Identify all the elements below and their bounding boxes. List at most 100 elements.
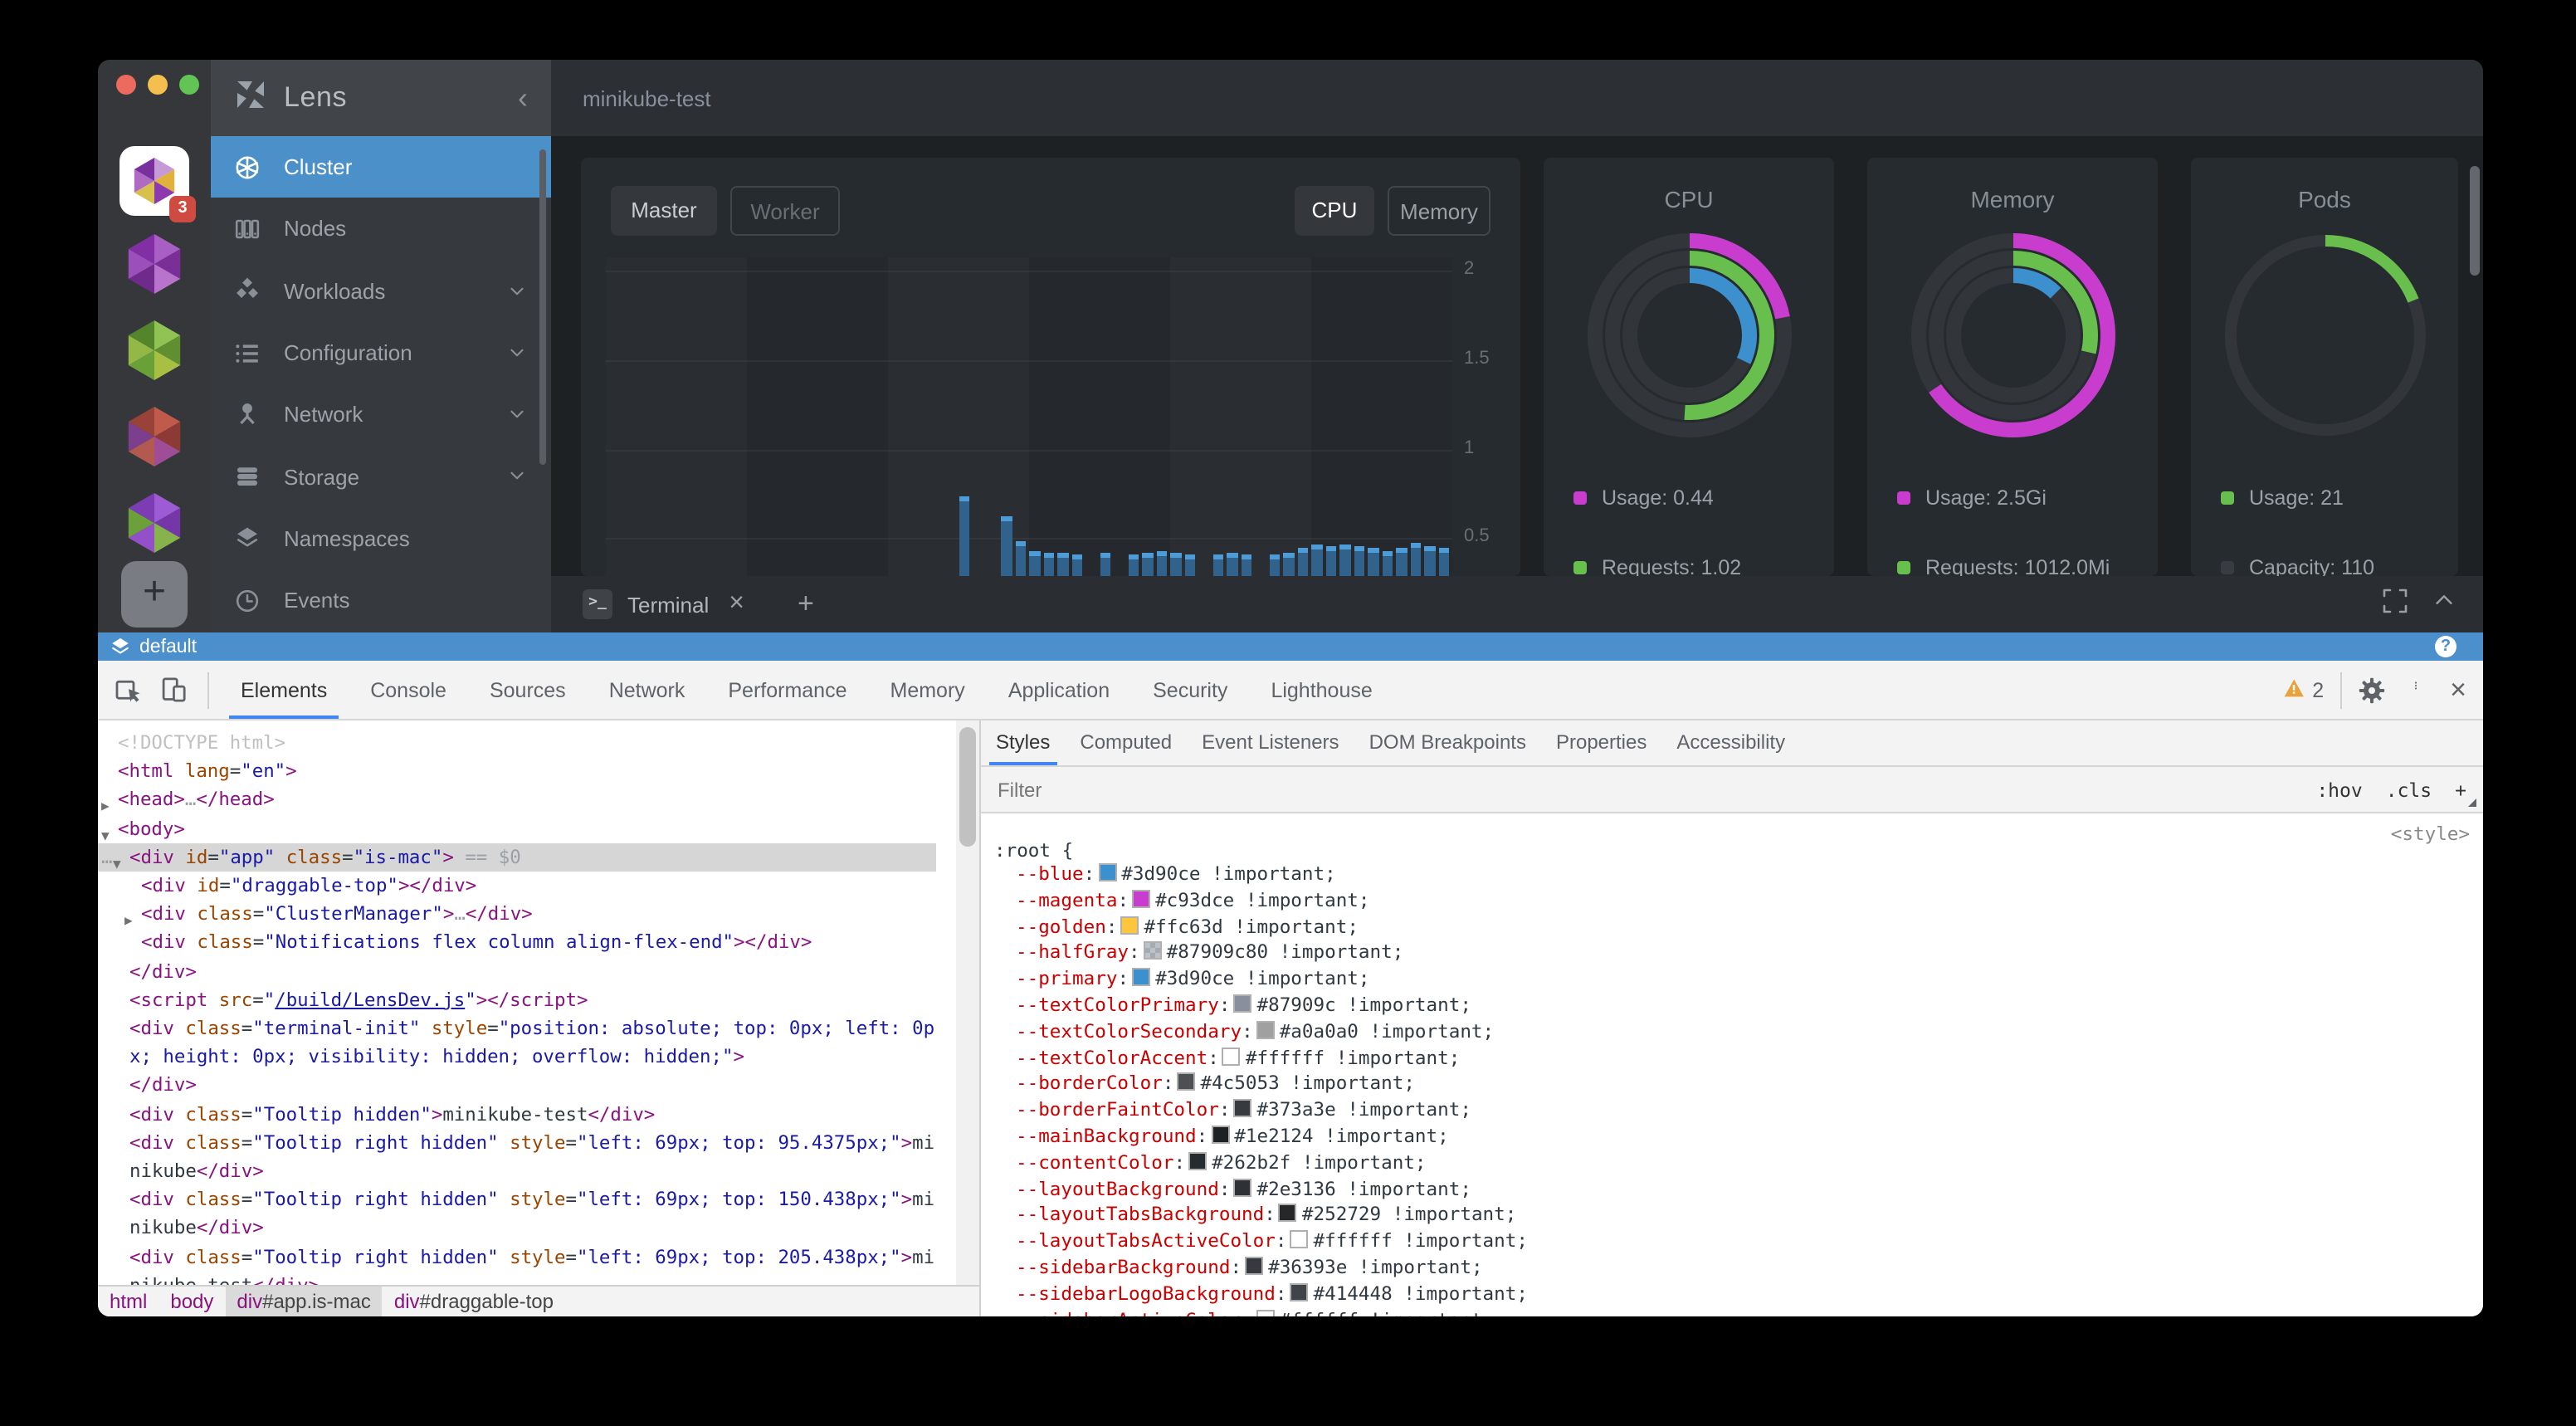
- sidebar-collapse-icon[interactable]: ‹: [518, 81, 528, 115]
- cluster-icon[interactable]: [123, 491, 186, 561]
- color-swatch[interactable]: [1234, 994, 1252, 1013]
- breadcrumb-item[interactable]: body: [159, 1287, 225, 1316]
- dom-tree-node[interactable]: ▶<div class="ClusterManager">…</div>: [98, 900, 936, 928]
- settings-gear-icon[interactable]: [2359, 676, 2385, 703]
- dom-tree-node[interactable]: <div class="Tooltip hidden">minikube-tes…: [98, 1100, 936, 1128]
- cluster-icon[interactable]: [123, 405, 186, 475]
- css-property[interactable]: --mainBackground:#1e2124 !important;: [994, 1124, 2470, 1150]
- minimize-window-button[interactable]: [148, 75, 168, 95]
- color-swatch[interactable]: [1234, 1178, 1252, 1196]
- dock-expand-icon[interactable]: [2432, 588, 2456, 621]
- terminal-add-tab-icon[interactable]: +: [798, 588, 814, 621]
- dom-tree-node[interactable]: </div>: [98, 1072, 936, 1100]
- more-options-icon[interactable]: [2412, 672, 2420, 707]
- css-property[interactable]: --layoutTabsBackground:#252729 !importan…: [994, 1203, 2470, 1229]
- color-swatch[interactable]: [1132, 968, 1150, 986]
- css-property[interactable]: --golden:#ffc63d !important;: [994, 914, 2470, 940]
- node-tab-worker[interactable]: Worker: [730, 186, 840, 236]
- css-property[interactable]: --primary:#3d90ce !important;: [994, 966, 2470, 993]
- sidebar-item-workloads[interactable]: Workloads: [211, 260, 551, 322]
- breadcrumb-item[interactable]: div#draggable-top: [383, 1287, 565, 1316]
- color-swatch[interactable]: [1120, 916, 1139, 934]
- content-scrollbar[interactable]: [2470, 166, 2480, 276]
- css-selector[interactable]: :root {: [994, 840, 2470, 862]
- color-swatch[interactable]: [1256, 1309, 1275, 1316]
- device-toolbar-icon[interactable]: [159, 676, 188, 704]
- devtools-tab-console[interactable]: Console: [349, 662, 468, 718]
- color-swatch[interactable]: [1290, 1230, 1309, 1248]
- sidebar-item-nodes[interactable]: Nodes: [211, 198, 551, 261]
- devtools-tab-lighthouse[interactable]: Lighthouse: [1249, 662, 1393, 718]
- dom-tree-node[interactable]: ▼<body>: [98, 814, 936, 842]
- color-swatch[interactable]: [1234, 1099, 1252, 1117]
- dom-tree-node[interactable]: <div class="Tooltip right hidden" style=…: [98, 1186, 936, 1243]
- namespace-label[interactable]: default: [139, 637, 197, 657]
- new-style-rule-button[interactable]: +: [2455, 778, 2466, 801]
- sidebar-item-network[interactable]: Network: [211, 383, 551, 446]
- dom-tree-node[interactable]: ▶<head>…</head>: [98, 786, 936, 814]
- sidebar-item-configuration[interactable]: Configuration: [211, 322, 551, 384]
- cluster-icon[interactable]: [123, 232, 186, 302]
- cluster-icon-active[interactable]: 3: [120, 146, 189, 216]
- css-property[interactable]: --magenta:#c93dce !important;: [994, 888, 2470, 915]
- color-swatch[interactable]: [1144, 942, 1162, 960]
- css-property[interactable]: --blue:#3d90ce !important;: [994, 862, 2470, 888]
- devtools-tab-security[interactable]: Security: [1131, 662, 1249, 718]
- dom-tree-node[interactable]: <!DOCTYPE html>: [98, 729, 936, 757]
- color-swatch[interactable]: [1279, 1204, 1297, 1223]
- dom-tree-node[interactable]: …▼<div id="app" class="is-mac"> == $0: [98, 843, 936, 872]
- zoom-window-button[interactable]: [179, 75, 199, 95]
- dock-fullscreen-icon[interactable]: [2382, 587, 2408, 622]
- cluster-icon[interactable]: [123, 319, 186, 388]
- dom-tree-node[interactable]: <div class="terminal-init" style="positi…: [98, 1014, 936, 1072]
- sidebar-scrollbar[interactable]: [539, 149, 546, 465]
- color-swatch[interactable]: [1222, 1047, 1241, 1065]
- dom-tree-node[interactable]: <div id="draggable-top"></div>: [98, 872, 936, 900]
- breadcrumb-item[interactable]: html: [98, 1287, 159, 1316]
- terminal-tab[interactable]: Terminal: [627, 592, 709, 617]
- css-property[interactable]: --textColorSecondary:#a0a0a0 !important;: [994, 1019, 2470, 1046]
- css-property[interactable]: --contentColor:#262b2f !important;: [994, 1150, 2470, 1177]
- css-property[interactable]: --halfGray:#87909c80 !important;: [994, 940, 2470, 967]
- styles-tab-properties[interactable]: Properties: [1541, 722, 1661, 764]
- styles-filter-input[interactable]: [994, 776, 2316, 803]
- color-swatch[interactable]: [1177, 1073, 1195, 1091]
- dom-tree-node[interactable]: <script src="/build/LensDev.js"></script…: [98, 986, 936, 1014]
- sidebar-item-storage[interactable]: Storage: [211, 446, 551, 508]
- dom-tree-node[interactable]: <div class="Tooltip right hidden" style=…: [98, 1129, 936, 1186]
- styles-tab-styles[interactable]: Styles: [981, 722, 1065, 764]
- dom-tree-node[interactable]: <div class="Tooltip right hidden" style=…: [98, 1243, 936, 1285]
- close-window-button[interactable]: [116, 75, 136, 95]
- css-property[interactable]: --layoutBackground:#2e3136 !important;: [994, 1176, 2470, 1203]
- style-source-link[interactable]: <style>: [2391, 823, 2470, 845]
- class-toggle[interactable]: .cls: [2386, 778, 2432, 801]
- styles-tab-computed[interactable]: Computed: [1065, 722, 1187, 764]
- devtools-tab-memory[interactable]: Memory: [869, 662, 987, 718]
- color-swatch[interactable]: [1132, 890, 1150, 908]
- devtools-tab-performance[interactable]: Performance: [706, 662, 868, 718]
- devtools-tab-sources[interactable]: Sources: [468, 662, 588, 718]
- add-cluster-button[interactable]: +: [121, 561, 188, 628]
- css-property[interactable]: --sidebarActiveColor:#ffffff !important;: [994, 1307, 2470, 1316]
- css-property[interactable]: --textColorPrimary:#87909c !important;: [994, 993, 2470, 1019]
- sidebar-item-cluster[interactable]: Cluster: [211, 136, 551, 198]
- styles-tab-dom-breakpoints[interactable]: DOM Breakpoints: [1354, 722, 1541, 764]
- console-warnings-badge[interactable]: 2: [2282, 676, 2324, 703]
- styles-tab-event-listeners[interactable]: Event Listeners: [1187, 722, 1354, 764]
- color-swatch[interactable]: [1098, 863, 1116, 881]
- css-property[interactable]: --sidebarLogoBackground:#414448 !importa…: [994, 1282, 2470, 1308]
- css-property[interactable]: --sidebarBackground:#36393e !important;: [994, 1255, 2470, 1282]
- metric-tab-memory[interactable]: Memory: [1388, 186, 1490, 236]
- help-button[interactable]: ?: [2435, 636, 2456, 657]
- breadcrumb-item[interactable]: div#app.is-mac: [225, 1287, 382, 1316]
- devtools-tab-network[interactable]: Network: [588, 662, 707, 718]
- css-property[interactable]: --layoutTabsActiveColor:#ffffff !importa…: [994, 1228, 2470, 1255]
- dom-tree-node[interactable]: <div class="Notifications flex column al…: [98, 929, 936, 957]
- dom-tree-node[interactable]: </div>: [98, 957, 936, 985]
- devtools-close-icon[interactable]: ×: [2450, 673, 2466, 706]
- sidebar-item-events[interactable]: Events: [211, 569, 551, 632]
- color-swatch[interactable]: [1211, 1126, 1229, 1144]
- pseudo-state-toggle[interactable]: :hov: [2316, 778, 2362, 801]
- terminal-close-icon[interactable]: ×: [729, 589, 744, 619]
- dom-tree-node[interactable]: <html lang="en">: [98, 757, 936, 785]
